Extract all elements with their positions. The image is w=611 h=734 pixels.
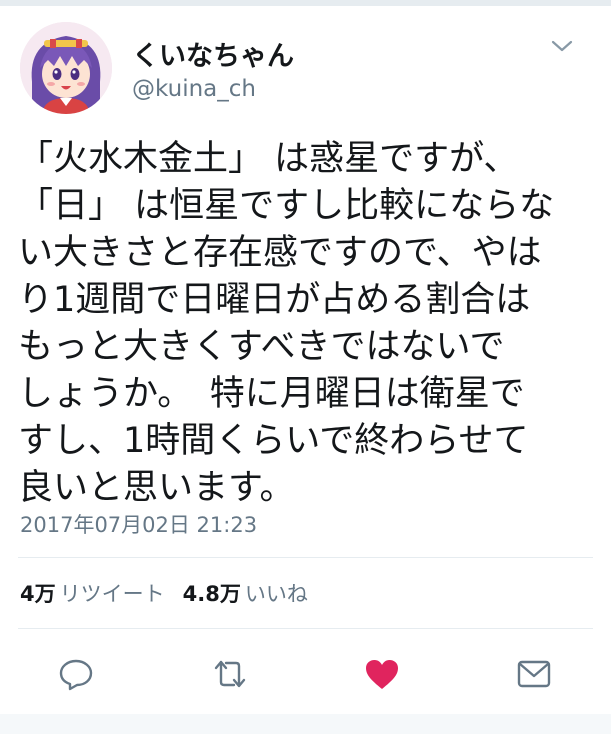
tweet-line: い大きさと存在感ですので、やは [18, 233, 542, 273]
divider [18, 557, 593, 558]
reply-icon [59, 659, 93, 691]
reply-button[interactable] [56, 656, 96, 692]
display-name[interactable]: くいなちゃん [132, 34, 294, 73]
tweet-line: しょうか。 特に月曜日は衛星で [18, 374, 525, 414]
retweet-button[interactable] [210, 656, 250, 692]
avatar[interactable] [20, 22, 112, 114]
divider [18, 628, 593, 629]
tweet-line: すし、1時間くらいで終わらせて [18, 421, 529, 461]
tweet-line: もっと大きくすべきではないで [18, 327, 505, 367]
like-label[interactable]: いいね [245, 582, 308, 606]
engagement-stats: 4万 リツイート 4.8万 いいね [20, 578, 308, 608]
timestamp[interactable]: 2017年07月02日 21:23 [20, 509, 257, 539]
share-button[interactable] [514, 656, 554, 692]
tweet-text: 「火水木金土」 は惑星ですが、 「日」 は恒星ですし比較にならな い大きさと存在… [18, 136, 598, 512]
user-handle[interactable]: @kuina_ch [132, 76, 256, 102]
bottom-border [0, 714, 611, 734]
tweet-line: り1週間で日曜日が占める割合は [18, 280, 531, 320]
tweet-line: 良いと思います。 [18, 468, 295, 508]
retweet-icon [214, 660, 246, 688]
top-border [0, 0, 611, 6]
tweet-line: 「火水木金土」 は惑星ですが、 [18, 139, 519, 179]
like-button[interactable] [362, 656, 402, 692]
character-avatar-icon [20, 22, 112, 114]
retweet-label[interactable]: リツイート [60, 582, 165, 606]
retweet-count[interactable]: 4万 [20, 582, 56, 606]
chevron-down-icon[interactable] [550, 36, 574, 56]
mail-icon [517, 660, 551, 688]
like-count[interactable]: 4.8万 [183, 582, 241, 606]
heart-icon [366, 660, 398, 689]
tweet-line: 「日」 は恒星ですし比較にならな [18, 186, 555, 226]
